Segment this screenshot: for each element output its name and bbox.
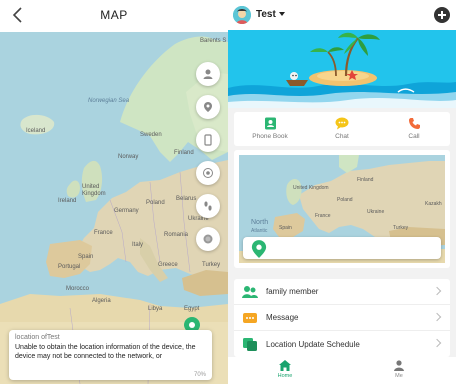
menu-item-message[interactable]: Message [234,305,450,331]
mini-label-ukraine: Ukraine [367,209,385,215]
menu-item-family-member[interactable]: family member [234,279,450,305]
map-label-romania: Romania [164,232,189,238]
map-label-libya: Libya [148,306,163,312]
map-pin-icon [251,240,267,258]
caret-down-icon [278,12,285,17]
bottom-tab-bar: Home Me [228,357,456,384]
mini-label-uk: United Kingdom [293,185,329,191]
device-name: Test [256,9,276,20]
map-label-sweden: Sweden [140,132,162,138]
notice-message: Unable to obtain the location informatio… [15,344,196,360]
map-label-poland: Poland [146,200,165,206]
map-label-algeria: Algeria [92,298,111,304]
chevron-right-icon [432,286,442,296]
message-icon [242,311,258,325]
map-label-finland: Finland [174,150,194,156]
home-screen: Test Phone Book Chat Call United Kingdom… [228,0,456,384]
map-label-norwegian-sea: Norwegian Sea [88,98,130,104]
notice-title: location ofTest [15,334,60,341]
phone-book-label: Phone Book [252,133,288,140]
tab-home[interactable]: Home [228,357,342,384]
settings-menu: family member Message Location Update Sc… [234,279,450,357]
location-icon [204,102,212,112]
map-label-ireland: Ireland [58,198,77,204]
map-label-uk: United Kingdom [82,184,106,197]
menu-item-location-update-schedule[interactable]: Location Update Schedule [234,331,450,357]
quick-actions: Phone Book Chat Call [234,112,450,146]
menu-label-family-member: family member [266,287,319,296]
mini-label-finland: Finland [357,177,374,183]
map-label-iceland: Iceland [26,128,46,134]
mini-map[interactable]: United Kingdom Finland Poland Kazakh Ukr… [239,155,445,263]
zoom-level: 70% [193,372,206,378]
mini-label-atlantic: Atlantic [251,228,268,234]
tab-me-label: Me [395,373,403,379]
home-header: Test [228,0,456,30]
footprint-button[interactable] [196,194,220,218]
menu-label-location-update-schedule: Location Update Schedule [266,339,360,349]
device-selector[interactable]: Test [256,9,285,20]
map-label-turkey: Turkey [202,262,221,268]
layer-icon [203,234,213,244]
map-label-greece: Greece [158,262,178,268]
map-screen: MAP Barents S Norwegian Sea Iceland Swed… [0,0,228,384]
satellite-button[interactable] [196,161,220,185]
call-button[interactable]: Call [378,112,450,146]
phone-book-button[interactable]: Phone Book [234,112,306,146]
tab-me[interactable]: Me [342,357,456,384]
map-controls [196,62,222,260]
map-label-germany: Germany [114,208,139,214]
map-label-france: France [94,230,113,236]
chevron-right-icon [432,312,442,322]
add-device-button[interactable] [434,7,450,23]
menu-label-message: Message [266,313,299,322]
mini-label-kazakh: Kazakh [425,201,442,207]
map-label-morocco: Morocco [66,286,90,292]
schedule-icon [242,337,258,351]
mini-label-france: France [315,213,331,219]
locate-button[interactable] [196,95,220,119]
foot-icon [204,201,212,211]
device-button[interactable] [196,128,220,152]
map-label-italy: Italy [132,242,144,248]
map-label-portugal: Portugal [58,264,81,270]
satellite-icon [203,168,213,178]
chevron-right-icon [432,338,442,348]
home-icon [228,360,342,372]
mini-map-location-bar[interactable] [243,237,441,259]
chat-icon [335,116,349,130]
mini-label-poland: Poland [337,197,353,203]
phonebook-icon [263,116,277,130]
map-label-belarus: Belarus [176,196,197,202]
location-notice-card: location ofTest Unable to obtain the loc… [9,330,212,380]
device-avatar[interactable] [233,6,251,24]
user-icon [342,360,456,372]
map-label-spain: Spain [78,254,94,260]
tab-home-label: Home [277,373,293,379]
mini-label-turkey: Turkey [393,225,409,231]
home-banner [228,30,456,108]
location-map-card[interactable]: United Kingdom Finland Poland Kazakh Ukr… [234,150,450,268]
map-label-norway: Norway [118,154,139,160]
device-icon [204,134,212,146]
page-title: MAP [100,8,128,22]
person-button[interactable] [196,62,220,86]
map-label-barents: Barents S [200,38,227,44]
chat-button[interactable]: Chat [306,112,378,146]
avatar-icon [233,6,251,24]
map-header: MAP [0,0,228,32]
call-icon [407,116,421,130]
mini-label-north: North [251,219,269,226]
person-icon [203,69,213,79]
chat-label: Chat [335,133,349,140]
family-icon [242,285,258,299]
layer-button[interactable] [196,227,220,251]
call-label: Call [408,133,420,140]
map-label-egypt: Egypt [184,306,200,312]
mini-label-spain: Spain [279,225,292,231]
island-illustration [228,30,456,108]
